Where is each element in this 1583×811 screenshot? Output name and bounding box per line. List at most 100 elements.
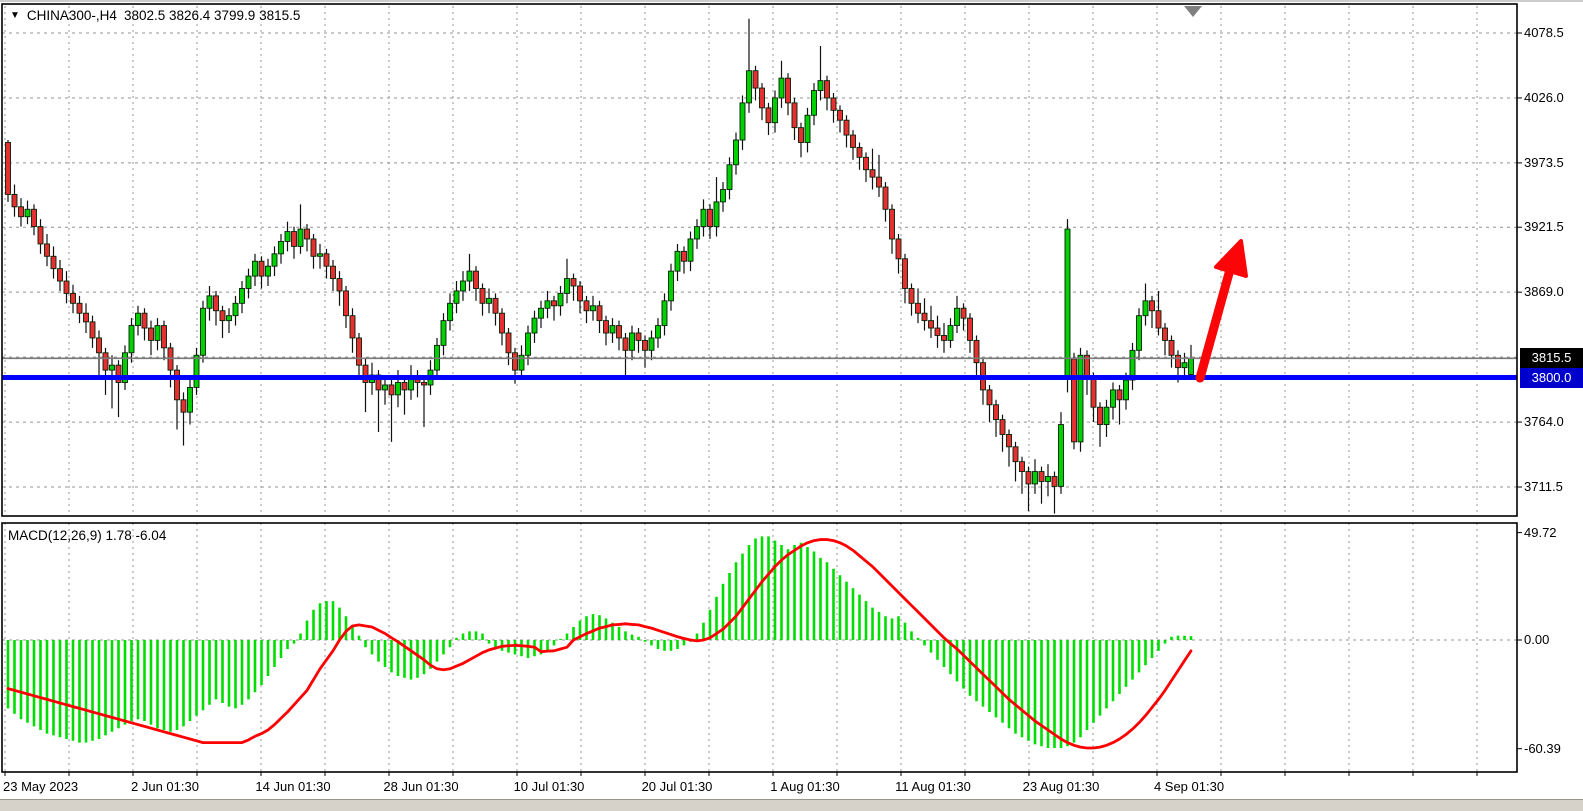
time-axis-label: 1 Aug 01:30 [770,779,839,794]
candle-body [129,326,134,353]
price-axis-label: 3869.0 [1524,282,1582,302]
price-axis-label: 4026.0 [1524,88,1582,108]
candle-body [961,308,966,318]
main-panel-border [2,4,1517,516]
candle-body [194,355,199,387]
candle-body [1059,425,1064,487]
candle-body [1117,390,1122,400]
candle-body [513,353,518,370]
candle-body [1137,316,1142,351]
candle-body [695,227,700,239]
candle-body [1143,301,1148,316]
candle-body [1052,477,1057,487]
candle-body [779,78,784,98]
candle-body [474,271,479,288]
candle-body [942,335,947,340]
candle-body [103,353,108,370]
macd-signal-line [8,540,1191,748]
candle-body [578,286,583,301]
candle-body [71,293,76,303]
candle-body [552,301,557,306]
candle-body [701,209,706,226]
candle-body [539,308,544,318]
up-arrow-shaft[interactable] [1200,266,1231,378]
candle-body [1156,311,1161,328]
ohlc-readout: 3802.5 3826.4 3799.9 3815.5 [124,8,300,23]
candle-body [669,271,674,301]
candle-body [831,98,836,110]
candle-body [1124,380,1129,400]
candle-body [643,340,648,350]
candle-body [792,103,797,128]
price-axis-label: 4078.5 [1524,23,1582,43]
candle-body [487,298,492,303]
macd-axis-label: -60.39 [1524,739,1582,759]
candle-body [591,306,596,311]
candle-body [142,313,147,328]
candle-body [565,279,570,294]
candle-body [877,177,882,187]
candle-body [233,303,238,315]
candle-body [461,281,466,291]
candle-body [84,313,89,322]
candle-body [708,209,713,226]
candle-body [974,340,979,362]
candle-body [630,333,635,350]
time-axis-label: 4 Sep 01:30 [1154,779,1224,794]
candle-body [617,326,622,338]
candle-body [155,326,160,341]
candle-body [90,322,95,338]
candle-body [331,266,336,278]
chart-window: ▼ CHINA300-,H4 3802.5 3826.4 3799.9 3815… [0,0,1583,811]
candle-body [77,303,82,313]
candle-body [1150,301,1155,311]
time-axis-label: 2 Jun 01:30 [131,779,199,794]
candle-body [305,229,310,239]
macd-axis-label: 49.72 [1524,523,1582,543]
candle-body [32,209,37,226]
price-axis-label: 3973.5 [1524,153,1582,173]
candle-body [279,241,284,253]
candle-body [851,135,856,147]
symbol-dropdown-icon[interactable]: ▼ [10,9,20,22]
candle-body [1091,378,1096,408]
candle-body [656,326,661,338]
candle-body [12,194,17,206]
candle-body [324,254,329,266]
candle-body [649,338,654,350]
candle-body [64,281,69,293]
candle-body [500,313,505,333]
time-axis-label: 11 Aug 01:30 [895,779,971,794]
candle-body [389,385,394,395]
candle-body [688,239,693,261]
candle-body [422,382,427,384]
candle-body [298,229,303,246]
chart-canvas[interactable] [0,0,1583,811]
time-axis-label: 23 May 2023 [3,779,78,794]
time-axis-label: 10 Jul 01:30 [514,779,585,794]
candle-body [916,303,921,313]
candle-body [110,365,115,370]
candle-body [441,321,446,346]
candle-body [227,316,232,321]
candle-body [799,128,804,143]
candle-body [760,88,765,108]
price-axis-label: 3921.5 [1524,217,1582,237]
candle-body [597,306,602,321]
current-price-tag: 3815.5 [1520,348,1583,368]
candle-body [675,251,680,271]
candle-body [136,313,141,325]
candle-body [753,71,758,88]
chart-title-bar[interactable]: ▼ CHINA300-,H4 3802.5 3826.4 3799.9 3815… [10,8,300,23]
candle-body [272,254,277,266]
candle-body [747,71,752,103]
candle-body [240,288,245,303]
candle-body [253,261,258,276]
candle-body [844,120,849,135]
candle-body [1182,363,1187,368]
candle-body [903,259,908,289]
candle-body [636,333,641,340]
last-bar-top-marker-icon [1184,6,1202,17]
candle-body [818,81,823,91]
candle-body [1098,407,1103,424]
